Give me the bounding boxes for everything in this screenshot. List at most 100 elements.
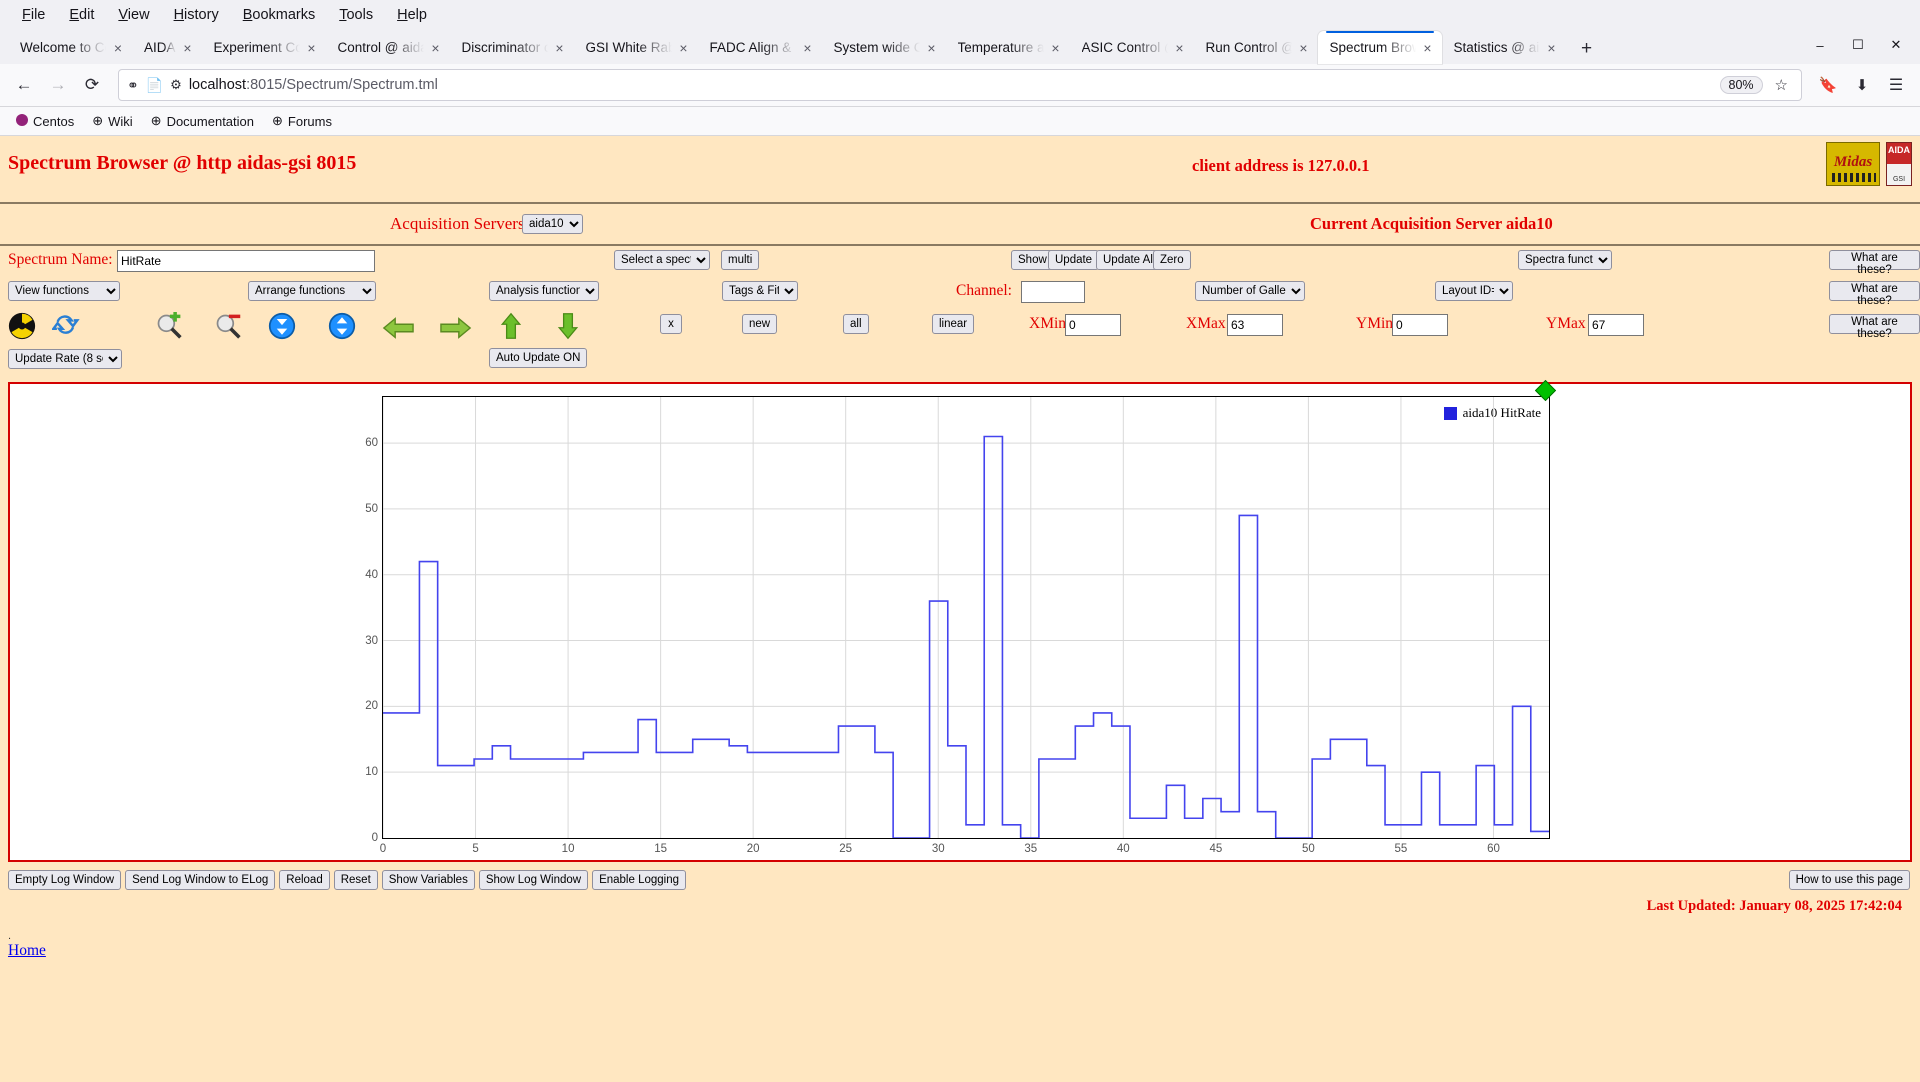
y-tick-label: 10 (365, 766, 378, 778)
spectrum-browser-page: Spectrum Browser @ http aidas-gsi 8015 c… (0, 136, 1920, 1082)
browser-tab-5[interactable]: GSI White Rabbit × (574, 31, 698, 64)
close-tab-icon[interactable]: × (1296, 40, 1312, 56)
refresh-icon[interactable] (52, 312, 80, 340)
bookmark-centos[interactable]: Centos (8, 111, 82, 132)
browser-tab-1[interactable]: AIDA× (132, 31, 202, 64)
zoom-in-icon[interactable] (155, 312, 183, 340)
close-tab-icon[interactable]: × (676, 40, 692, 56)
new-button[interactable]: new (742, 314, 777, 334)
acquisition-server-select[interactable]: aida10 (522, 214, 583, 234)
page-header: Spectrum Browser @ http aidas-gsi 8015 c… (0, 136, 1920, 202)
url-bar[interactable]: ⚭ 📄 ⚙ localhost:8015/Spectrum/Spectrum.t… (118, 69, 1802, 101)
menu-item-tools[interactable]: Tools (327, 4, 385, 26)
close-window-button[interactable]: ✕ (1878, 32, 1914, 58)
zoom-level-button[interactable]: 80% (1720, 76, 1763, 94)
browser-tab-10[interactable]: Run Control @ ai × (1194, 31, 1318, 64)
log-button-6[interactable]: Enable Logging (592, 870, 686, 890)
ymin-input[interactable] (1392, 314, 1448, 336)
collapse-up-icon[interactable] (328, 312, 356, 340)
bookmark-wiki[interactable]: ⊕Wiki (84, 110, 140, 132)
x-tick-label: 35 (1024, 843, 1037, 855)
permissions-icon[interactable]: ⚙ (170, 77, 182, 93)
expand-down-icon[interactable] (268, 312, 296, 340)
bookmark-documentation[interactable]: ⊕Documentation (143, 110, 262, 132)
new-tab-button[interactable]: + (1572, 34, 1602, 64)
minimize-button[interactable]: – (1802, 32, 1838, 58)
menu-item-bookmarks[interactable]: Bookmarks (231, 4, 328, 26)
forward-icon[interactable]: → (42, 69, 74, 101)
browser-tab-4[interactable]: Discriminator con× (450, 31, 574, 64)
log-button-2[interactable]: Reload (279, 870, 329, 890)
close-tab-icon[interactable]: × (1172, 40, 1188, 56)
browser-tab-2[interactable]: Experiment Contr× (202, 31, 326, 64)
linear-button[interactable]: linear (932, 314, 974, 334)
browser-tab-9[interactable]: ASIC Control @ a× (1070, 31, 1194, 64)
log-button-3[interactable]: Reset (334, 870, 378, 890)
ymax-input[interactable] (1588, 314, 1644, 336)
back-icon[interactable]: ← (8, 69, 40, 101)
menu-item-edit[interactable]: Edit (57, 4, 106, 26)
midas-logo: Midas (1826, 142, 1880, 186)
close-tab-icon[interactable]: × (428, 40, 444, 56)
app-menu-icon[interactable]: ☰ (1880, 69, 1912, 101)
close-tab-icon[interactable]: × (304, 40, 320, 56)
how-to-use-button[interactable]: How to use this page (1789, 870, 1910, 890)
arrow-left-icon[interactable] (382, 314, 414, 342)
client-address: client address is 127.0.0.1 (1192, 156, 1370, 176)
log-button-0[interactable]: Empty Log Window (8, 870, 121, 890)
browser-tab-12[interactable]: Statistics @ aida-× (1442, 31, 1566, 64)
x-tick-label: 20 (747, 843, 760, 855)
update-rate-dropdown[interactable]: Update Rate (8 secs) (8, 349, 122, 369)
close-tab-icon[interactable]: × (1420, 40, 1436, 56)
tab-label: Run Control @ ai (1206, 40, 1292, 55)
reload-icon[interactable]: ⟳ (76, 69, 108, 101)
menu-item-help[interactable]: Help (385, 4, 439, 26)
bookmark-star-icon[interactable]: ☆ (1770, 76, 1793, 94)
arrow-right-icon[interactable] (440, 314, 472, 342)
browser-tab-0[interactable]: Welcome to Cent × (8, 31, 132, 64)
log-button-1[interactable]: Send Log Window to ELog (125, 870, 275, 890)
log-button-5[interactable]: Show Log Window (479, 870, 588, 890)
shield-icon[interactable]: ⚭ (127, 77, 139, 94)
tab-label: Welcome to Cent (20, 40, 106, 55)
downloads-icon[interactable]: ⬇ (1846, 69, 1878, 101)
xmax-label: XMax (1186, 315, 1226, 333)
xmin-label: XMin (1029, 315, 1066, 333)
arrow-up-icon[interactable] (499, 312, 523, 340)
xmin-input[interactable] (1065, 314, 1121, 336)
menu-bar: FileEditViewHistoryBookmarksToolsHelp (0, 0, 1920, 30)
close-tab-icon[interactable]: × (1544, 40, 1560, 56)
arrow-down-icon[interactable] (556, 312, 580, 340)
close-tab-icon[interactable]: × (800, 40, 816, 56)
all-button[interactable]: all (843, 314, 869, 334)
what-are-these-button-3[interactable]: What are these? (1829, 314, 1920, 334)
pocket-icon[interactable]: 🔖 (1812, 69, 1844, 101)
radiation-icon[interactable] (8, 312, 36, 340)
bookmark-forums[interactable]: ⊕Forums (264, 110, 340, 132)
x-button[interactable]: x (660, 314, 682, 334)
y-tick-label: 60 (365, 437, 378, 449)
close-tab-icon[interactable]: × (1048, 40, 1064, 56)
auto-update-button[interactable]: Auto Update ON (489, 348, 587, 368)
spectrum-chart-container[interactable]: aida10 HitRate 0102030405060 05101520253… (8, 382, 1912, 862)
log-button-4[interactable]: Show Variables (382, 870, 475, 890)
browser-tab-11[interactable]: Spectrum Browse× (1318, 31, 1442, 64)
xmax-input[interactable] (1227, 314, 1283, 336)
home-link[interactable]: Home (8, 942, 46, 959)
maximize-button[interactable]: ☐ (1840, 32, 1876, 58)
close-tab-icon[interactable]: × (924, 40, 940, 56)
menu-item-history[interactable]: History (162, 4, 231, 26)
zoom-out-icon[interactable] (214, 312, 242, 340)
menu-item-view[interactable]: View (106, 4, 161, 26)
close-tab-icon[interactable]: × (552, 40, 568, 56)
close-tab-icon[interactable]: × (110, 40, 126, 56)
acquisition-row: Acquisition Servers aida10 Current Acqui… (0, 204, 1920, 244)
browser-tab-6[interactable]: FADC Align & Co× (698, 31, 822, 64)
browser-tab-7[interactable]: System wide Che× (822, 31, 946, 64)
browser-tab-8[interactable]: Temperature and× (946, 31, 1070, 64)
menu-item-file[interactable]: File (10, 4, 57, 26)
tab-label: GSI White Rabbit (586, 40, 672, 55)
browser-tab-3[interactable]: Control @ aidas-× (326, 31, 450, 64)
x-tick-label: 45 (1209, 843, 1222, 855)
close-tab-icon[interactable]: × (180, 40, 196, 56)
